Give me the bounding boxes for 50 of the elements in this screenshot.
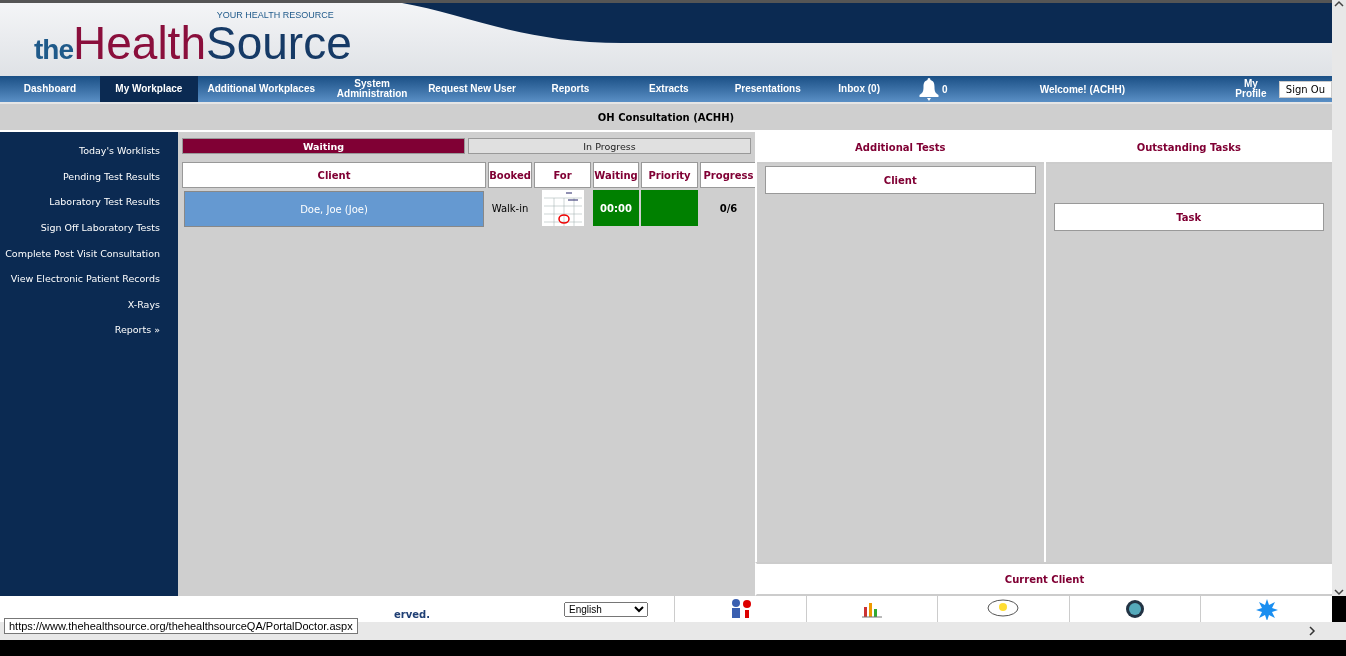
sign-out-button[interactable]: Sign Ou (1278, 80, 1332, 98)
nav-tab[interactable]: Presentations (721, 76, 815, 102)
scroll-down-icon[interactable] (1334, 588, 1344, 596)
status-tab[interactable]: In Progress (468, 138, 751, 154)
column-header: Client (765, 166, 1036, 194)
status-url-tooltip: https://www.thehealthsource.org/thehealthsourceQA/PortalDoctor.aspx (4, 618, 358, 634)
column-header: Task (1053, 203, 1324, 231)
scroll-right-icon[interactable] (1308, 626, 1316, 636)
sidebar-link[interactable]: X-Rays (127, 291, 160, 318)
sidebar-link[interactable]: View Electronic Patient Records (10, 265, 160, 292)
column-header: Priority (641, 162, 698, 188)
welcome-text: Welcome! (ACHH) (1038, 82, 1127, 97)
column-header: Progress (700, 162, 757, 188)
table-cell-text: Walk-in (490, 201, 530, 216)
calendar-icon (541, 190, 584, 226)
logo: theHealthSource (34, 19, 352, 66)
copyright-text: erved. (393, 607, 430, 620)
help-icon[interactable] (1125, 599, 1146, 619)
bell-icon[interactable] (918, 77, 941, 101)
column-header: Booked (488, 162, 532, 188)
column-header: For (534, 162, 591, 188)
progress-cell-text: 0/6 (718, 201, 739, 216)
nav-tab[interactable]: Request New User (419, 76, 525, 102)
panel-title: Current Client (755, 562, 1332, 596)
sidebar-link[interactable]: Laboratory Test Results (49, 189, 160, 215)
logo-tagline: YOUR HEALTH RESOURCE (216, 9, 334, 20)
nav-tab[interactable]: Dashboard (0, 76, 100, 102)
language-select[interactable]: English (564, 601, 648, 617)
nav-tab[interactable]: System Administration (324, 76, 420, 102)
sidebar-link[interactable]: Sign Off Laboratory Tests (40, 214, 160, 241)
sidebar-link[interactable]: Complete Post Visit Consultation (5, 240, 160, 266)
waiting-time-cell: 00:00 (593, 190, 639, 226)
notification-count: 0 (941, 82, 949, 97)
panel-title: Additional Tests (757, 132, 1044, 164)
sidebar-link[interactable]: Reports » (114, 317, 160, 343)
column-header: Waiting (593, 162, 639, 188)
sidebar-link[interactable]: Today's Worklists (79, 138, 160, 164)
profile-link[interactable]: My Profile (1223, 76, 1279, 102)
scroll-up-icon[interactable] (1334, 0, 1344, 8)
sidebar-link[interactable]: Pending Test Results (62, 163, 160, 190)
priority-cell (641, 190, 698, 226)
nav-tab[interactable]: Inbox (0) (814, 76, 905, 102)
nav-tab[interactable]: Reports (524, 76, 617, 102)
column-header: Client (182, 162, 486, 188)
nav-tab[interactable]: Additional Workplaces (197, 76, 325, 102)
panel-title: Outstanding Tasks (1045, 132, 1332, 164)
status-tab[interactable]: Waiting (182, 138, 465, 154)
idea-bubble-icon[interactable] (986, 598, 1021, 620)
nav-tab[interactable]: My Workplace (99, 76, 198, 102)
nav-tab[interactable]: Extracts (616, 76, 722, 102)
